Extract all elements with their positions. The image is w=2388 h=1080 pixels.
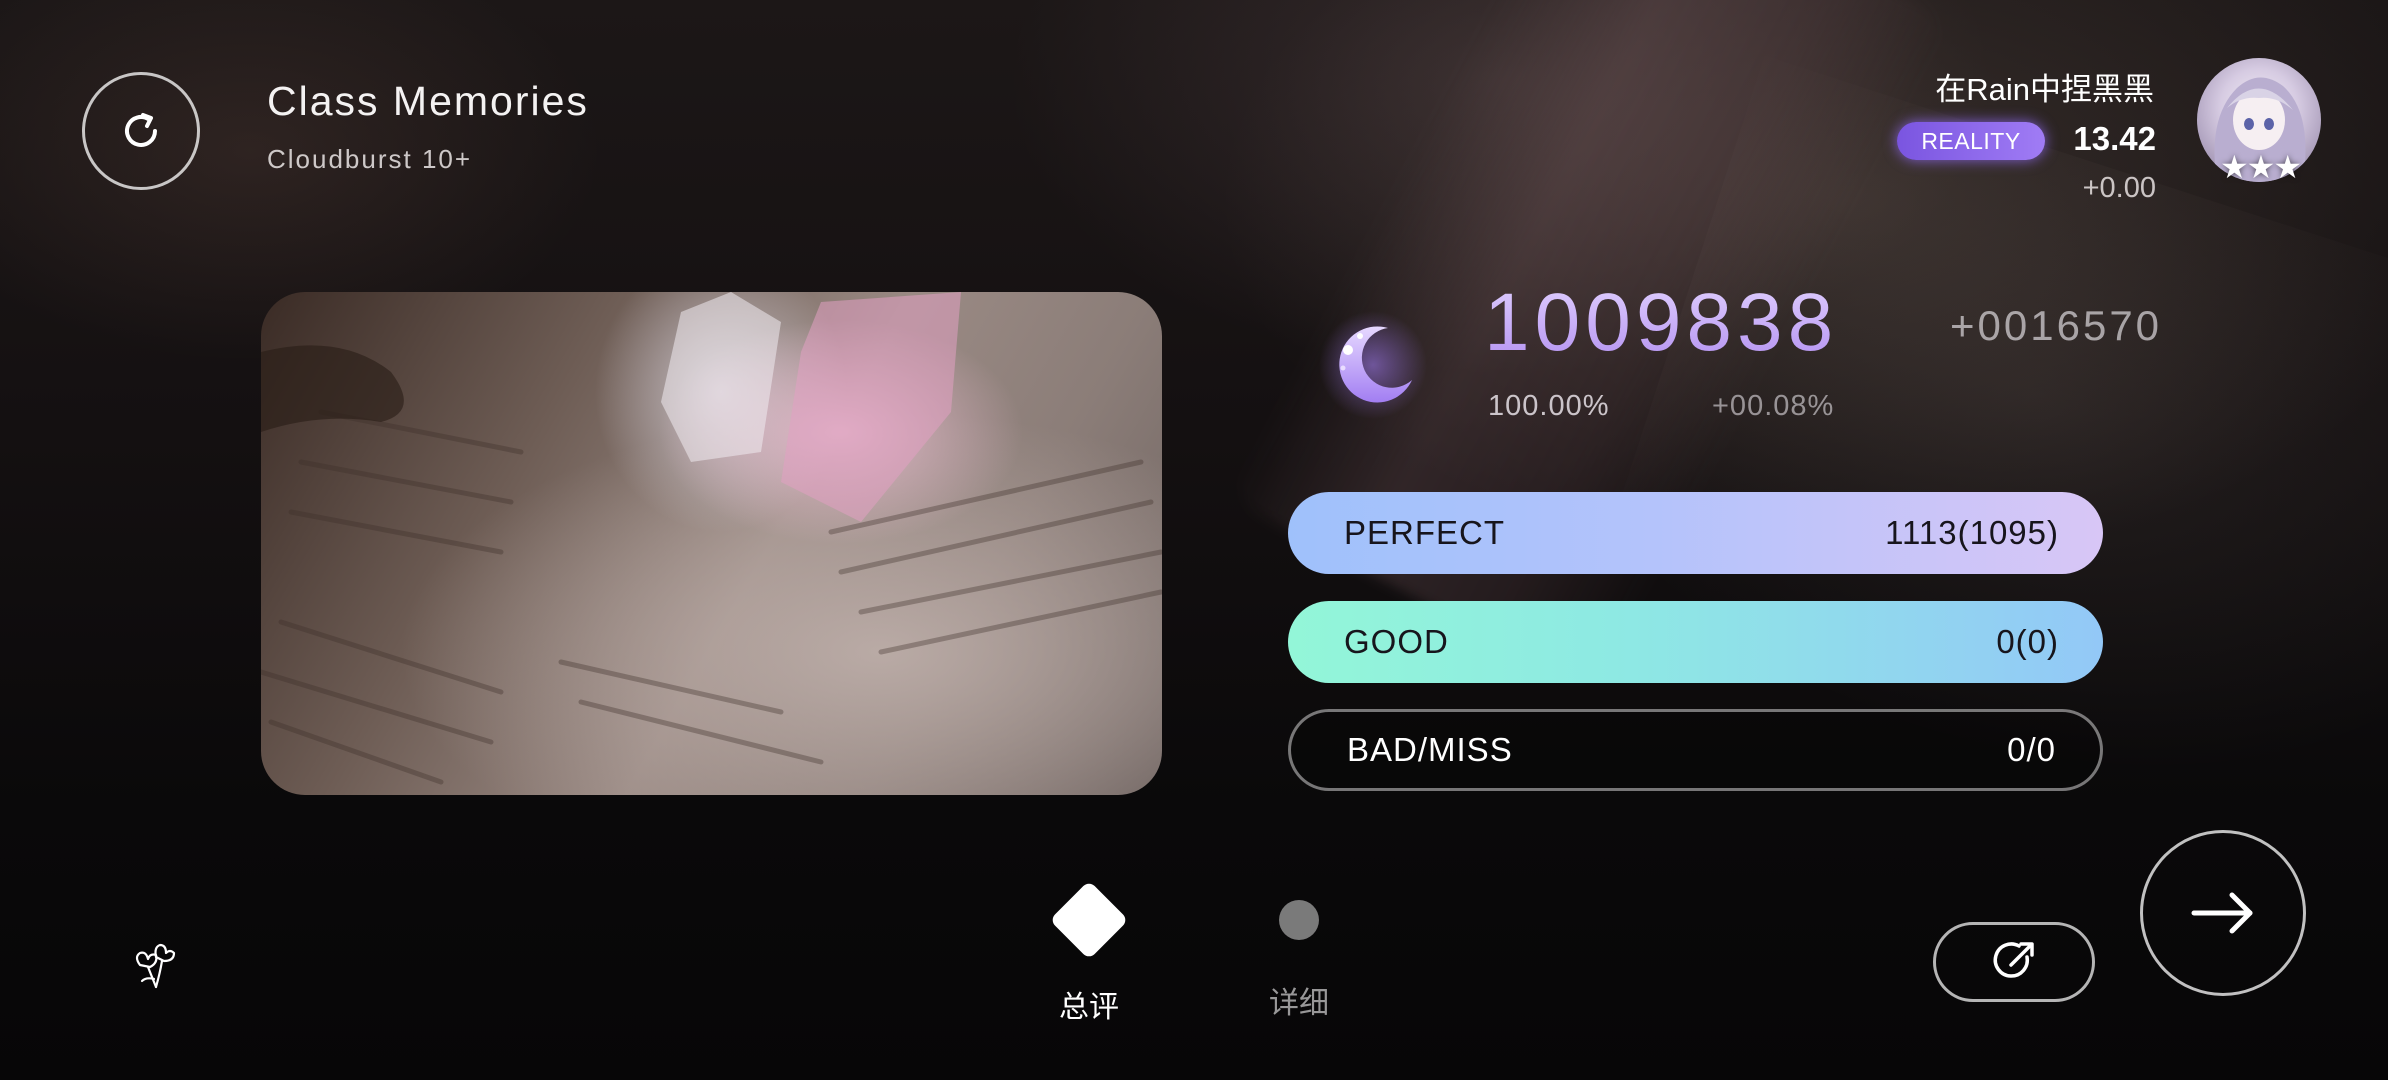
flower-icon[interactable]	[126, 935, 182, 991]
bad-miss-label: BAD/MISS	[1347, 731, 1513, 768]
rks-delta: +0.00	[2082, 172, 2156, 204]
retry-button[interactable]	[82, 72, 200, 190]
next-button[interactable]	[2140, 830, 2306, 996]
good-bar: GOOD 0(0)	[1288, 601, 2103, 683]
tab-detail-label: 详细	[1269, 986, 1329, 1021]
diamond-icon	[1049, 880, 1129, 960]
dot-icon	[1279, 900, 1319, 940]
perfect-label: PERFECT	[1344, 514, 1506, 551]
score: 1009838	[1484, 277, 1839, 368]
share-button[interactable]	[1933, 922, 2095, 1002]
player-name: 在Rain中捏黑黑	[1935, 72, 2154, 107]
rank-badge: REALITY	[1897, 122, 2045, 160]
bad-miss-bar: BAD/MISS 0/0	[1288, 709, 2103, 791]
song-difficulty: Cloudburst 10+	[267, 144, 473, 174]
bad-miss-count: 0/0	[2007, 731, 2056, 768]
perfect-bar: PERFECT 1113(1095)	[1288, 492, 2103, 574]
illustration-art	[261, 292, 1162, 785]
tab-summary[interactable]: 总评	[1044, 880, 1134, 1026]
avatar-stars: ★★★	[2219, 149, 2302, 185]
good-label: GOOD	[1344, 623, 1449, 660]
share-icon	[1993, 942, 2034, 978]
good-count: 0(0)	[1996, 623, 2059, 660]
accuracy-delta: +00.08%	[1712, 390, 1835, 422]
rks-value: 13.42	[2073, 120, 2156, 157]
tab-detail[interactable]: 详细	[1254, 880, 1344, 1022]
perfect-count: 1113(1095)	[1885, 514, 2059, 551]
accuracy: 100.00%	[1488, 390, 1610, 422]
retry-icon	[125, 113, 157, 147]
song-illustration	[261, 292, 1162, 795]
arrow-right-icon	[2191, 892, 2253, 934]
song-title: Class Memories	[267, 78, 589, 124]
score-delta: +0016570	[1950, 302, 2163, 349]
tab-summary-label: 总评	[1059, 990, 1119, 1025]
moon-icon	[1319, 311, 1427, 419]
result-screen: Class Memories Cloudburst 10+ 在Rain中捏黑黑 …	[0, 0, 2388, 1080]
